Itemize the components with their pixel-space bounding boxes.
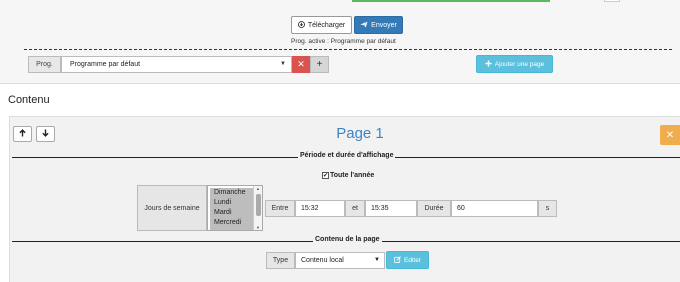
edit-icon bbox=[394, 255, 401, 265]
add-page-label: Ajouter une page bbox=[494, 60, 545, 68]
period-section-title: Période et durée d'affichage bbox=[298, 152, 396, 159]
arrow-up-icon bbox=[19, 129, 26, 139]
scrollbar-thumb[interactable] bbox=[256, 194, 261, 216]
weekday-option[interactable]: Mercredi bbox=[210, 218, 254, 228]
delete-program-button[interactable]: ✕ bbox=[292, 56, 310, 73]
weekdays-select[interactable]: Dimanche Lundi Mardi Mercredi ▲ ▼ bbox=[207, 185, 263, 231]
scroll-down-icon[interactable]: ▼ bbox=[256, 225, 260, 230]
active-program-text: Prog. active : Programme par défaut bbox=[291, 38, 396, 45]
end-time-input[interactable]: 15:35 bbox=[365, 200, 417, 217]
weekdays-scrollbar[interactable]: ▲ ▼ bbox=[253, 186, 262, 230]
remove-page-button[interactable]: ✕ bbox=[660, 125, 680, 145]
all-year-checkbox[interactable]: ✔ bbox=[322, 172, 329, 179]
content-heading: Contenu bbox=[8, 94, 50, 106]
program-label: Prog. bbox=[28, 56, 61, 73]
duration-input[interactable]: 60 bbox=[451, 200, 538, 217]
duration-label: Durée bbox=[417, 200, 451, 217]
duration-unit: s bbox=[538, 200, 557, 217]
type-select-value: Contenu local bbox=[301, 257, 344, 264]
weekday-option[interactable]: Mardi bbox=[210, 208, 254, 218]
add-page-button[interactable]: Ajouter une page bbox=[476, 55, 553, 73]
weekday-option[interactable]: Lundi bbox=[210, 198, 254, 208]
add-program-button[interactable]: + bbox=[310, 56, 329, 73]
all-year-option[interactable]: ✔ Toute l'année bbox=[322, 172, 374, 179]
all-year-label: Toute l'année bbox=[330, 172, 375, 179]
send-label: Envoyer bbox=[371, 21, 397, 29]
divider bbox=[24, 49, 672, 50]
corner-control[interactable] bbox=[604, 0, 620, 2]
content-section-title: Contenu de la page bbox=[313, 236, 382, 243]
between-label: Entre bbox=[265, 200, 295, 217]
page-title: Page 1 bbox=[336, 125, 384, 142]
type-label: Type bbox=[266, 252, 295, 269]
caret-down-icon: ▼ bbox=[374, 257, 380, 263]
move-up-button[interactable] bbox=[13, 126, 32, 142]
close-icon: ✕ bbox=[297, 59, 305, 69]
weekday-option[interactable]: Dimanche bbox=[210, 188, 254, 198]
download-label: Télécharger bbox=[307, 21, 346, 29]
edit-label: Editer bbox=[404, 256, 421, 264]
start-time-input[interactable]: 15:32 bbox=[295, 200, 345, 217]
program-select[interactable]: Programme par défaut ▼ bbox=[61, 56, 292, 73]
and-label: et bbox=[345, 200, 365, 217]
plus-icon: + bbox=[316, 59, 323, 70]
send-button[interactable]: Envoyer bbox=[354, 16, 403, 34]
weekdays-selection: Dimanche Lundi Mardi Mercredi bbox=[210, 188, 254, 230]
scroll-up-icon[interactable]: ▲ bbox=[256, 186, 260, 191]
program-select-value: Programme par défaut bbox=[70, 61, 141, 68]
arrow-down-icon bbox=[42, 129, 49, 139]
move-down-button[interactable] bbox=[36, 126, 55, 142]
close-icon: ✕ bbox=[665, 129, 675, 141]
download-button[interactable]: Télécharger bbox=[291, 16, 352, 34]
plus-icon bbox=[485, 59, 492, 69]
edit-button[interactable]: Editer bbox=[386, 251, 429, 269]
type-select[interactable]: Contenu local ▼ bbox=[295, 252, 385, 269]
weekdays-label: Jours de semaine bbox=[137, 185, 207, 231]
download-circle-icon bbox=[297, 20, 305, 30]
paper-plane-icon bbox=[360, 20, 368, 30]
caret-down-icon: ▼ bbox=[280, 61, 286, 67]
progress-strip bbox=[352, 0, 550, 2]
